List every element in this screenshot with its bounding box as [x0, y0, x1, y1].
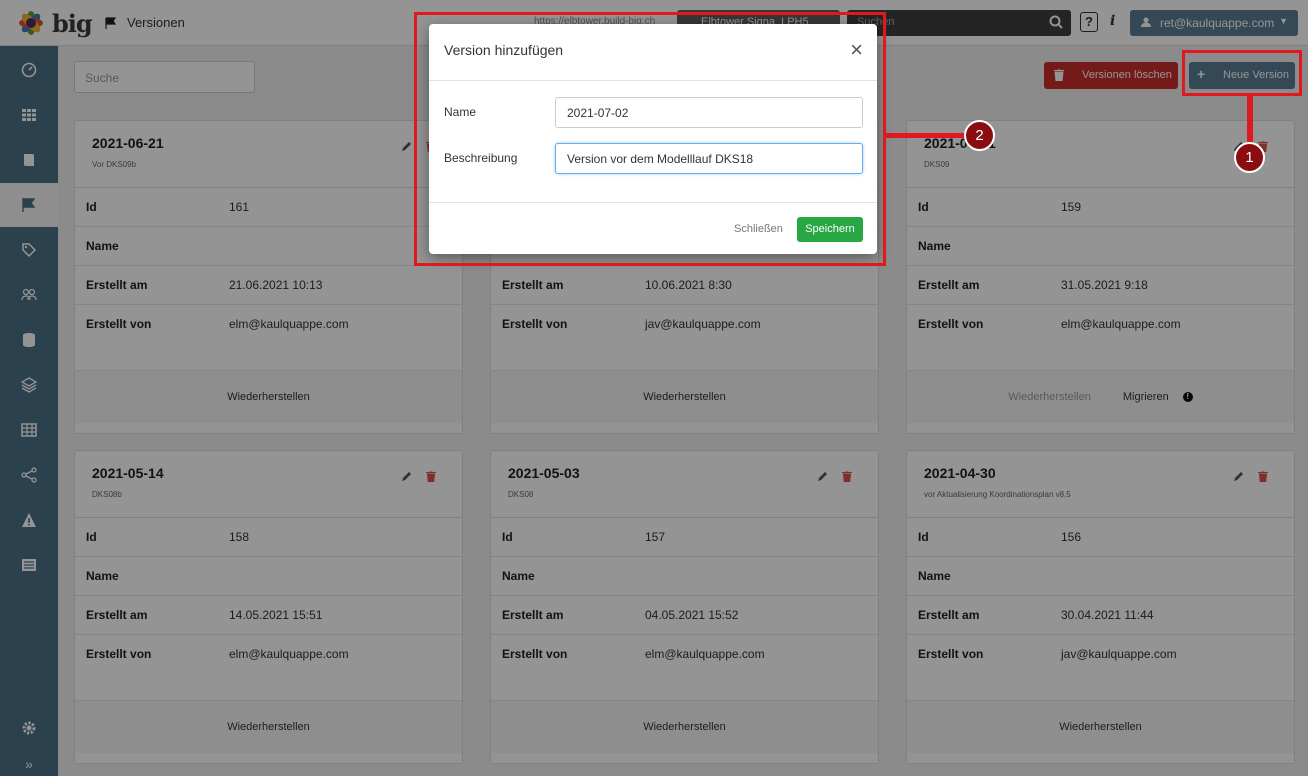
- highlight-box-dialog: [414, 12, 886, 266]
- annotation-line-1: [1247, 93, 1253, 149]
- annotation-badge-2: 2: [964, 120, 995, 151]
- highlight-box-new-version: [1182, 50, 1302, 96]
- annotation-line-2: [883, 133, 967, 138]
- annotation-badge-1: 1: [1234, 142, 1265, 173]
